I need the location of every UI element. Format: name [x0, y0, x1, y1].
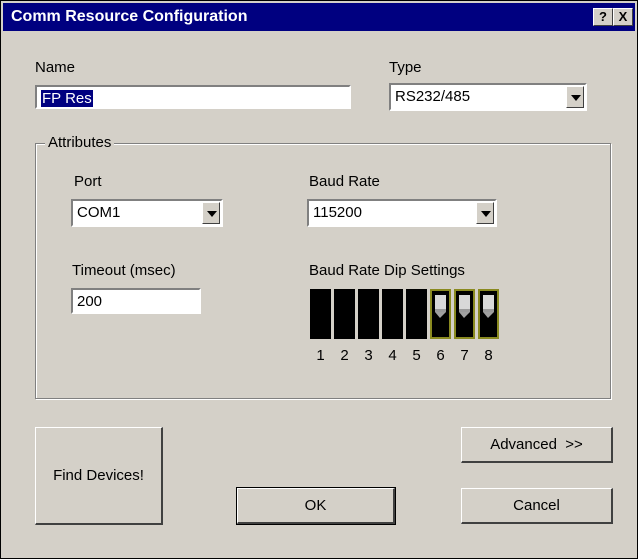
name-input-value: FP Res — [41, 90, 93, 107]
dip-switch-knob — [459, 295, 470, 318]
dip-switch-4[interactable] — [382, 289, 403, 339]
advanced-label: Advanced >> — [490, 436, 583, 453]
dip-switch-1[interactable] — [310, 289, 331, 339]
chevron-down-icon[interactable] — [566, 86, 584, 108]
port-dropdown-value: COM1 — [77, 204, 121, 221]
comm-resource-dialog: Comm Resource Configuration ? X Name FP … — [0, 0, 638, 559]
find-devices-label: Find Devices! — [53, 467, 144, 484]
cancel-label: Cancel — [513, 497, 560, 514]
type-dropdown[interactable]: RS232/485 — [389, 83, 587, 111]
dip-switch-2[interactable] — [334, 289, 355, 339]
chevron-down-icon[interactable] — [476, 202, 494, 224]
type-dropdown-value: RS232/485 — [395, 88, 471, 105]
help-button[interactable]: ? — [593, 8, 613, 26]
find-devices-button[interactable]: Find Devices! — [35, 427, 163, 525]
cancel-button[interactable]: Cancel — [461, 488, 613, 524]
dip-switch-number: 1 — [316, 347, 325, 364]
baud-rate-label: Baud Rate — [309, 173, 380, 190]
dip-switch-number: 4 — [388, 347, 397, 364]
dip-switch-3[interactable] — [358, 289, 379, 339]
dip-switch-number: 6 — [436, 347, 445, 364]
type-label: Type — [389, 59, 422, 76]
dip-switch-knob — [435, 295, 446, 318]
baud-rate-dropdown-value: 115200 — [313, 204, 362, 221]
close-button[interactable]: X — [613, 8, 633, 26]
dip-switch-8[interactable] — [478, 289, 499, 339]
dip-switch-7[interactable] — [454, 289, 475, 339]
title-bar[interactable]: Comm Resource Configuration ? X — [3, 3, 635, 31]
attributes-group-label: Attributes — [45, 134, 115, 151]
dip-switch-number: 3 — [364, 347, 373, 364]
dip-switch-5[interactable] — [406, 289, 427, 339]
advanced-button[interactable]: Advanced >> — [461, 427, 613, 463]
dip-switch-number: 7 — [460, 347, 469, 364]
port-dropdown[interactable]: COM1 — [71, 199, 223, 227]
timeout-input[interactable]: 200 — [71, 288, 201, 314]
name-input[interactable]: FP Res — [35, 85, 351, 109]
dip-settings-label: Baud Rate Dip Settings — [309, 262, 465, 279]
baud-rate-dropdown[interactable]: 115200 — [307, 199, 497, 227]
timeout-label: Timeout (msec) — [72, 262, 176, 279]
dip-switch-number: 8 — [484, 347, 493, 364]
ok-button[interactable]: OK — [236, 487, 396, 525]
name-label: Name — [35, 59, 76, 76]
dip-switch-6[interactable] — [430, 289, 451, 339]
ok-label: OK — [304, 497, 327, 514]
window-title: Comm Resource Configuration — [11, 8, 248, 25]
dip-switch-number: 2 — [340, 347, 349, 364]
dip-switch-number: 5 — [412, 347, 421, 364]
dip-switch-knob — [483, 295, 494, 318]
port-label: Port — [74, 173, 102, 190]
timeout-input-value: 200 — [77, 293, 103, 310]
chevron-down-icon[interactable] — [202, 202, 220, 224]
